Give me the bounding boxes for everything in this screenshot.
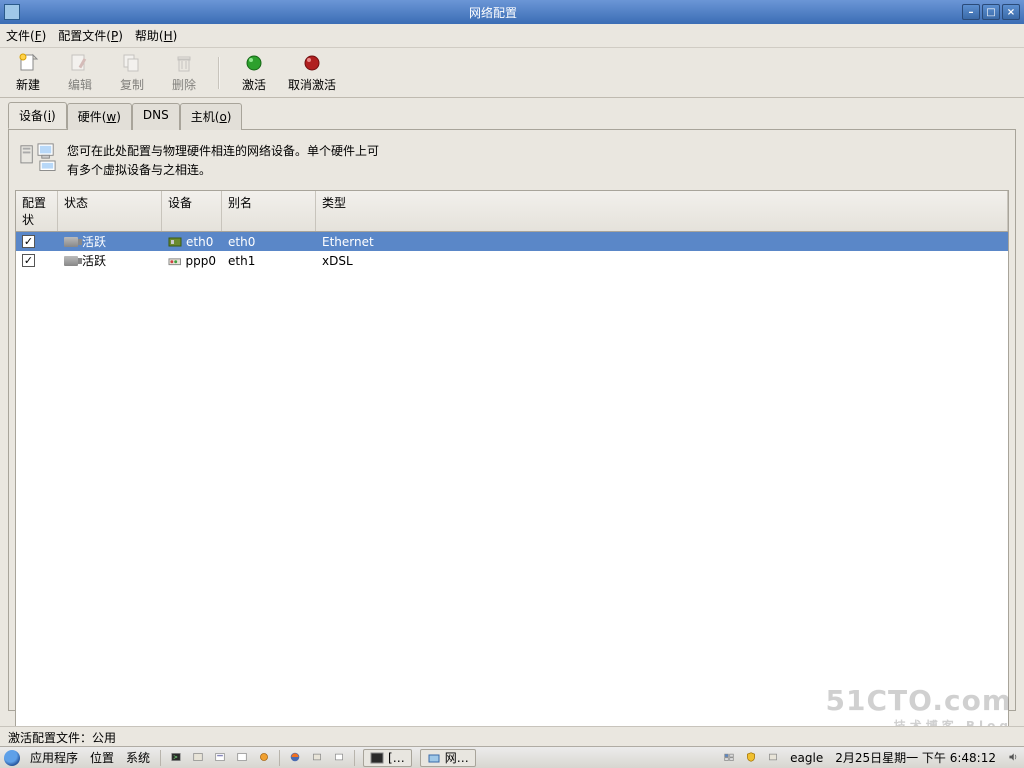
deactivate-button[interactable]: 取消激活	[288, 52, 336, 93]
col-device[interactable]: 设备	[162, 191, 222, 231]
activate-icon	[243, 52, 265, 74]
row-device: eth0	[186, 235, 213, 249]
table-header: 配置状 状态 设备 别名 类型	[15, 190, 1009, 231]
launcher-icon[interactable]	[257, 751, 271, 765]
device-table[interactable]: ✓ 活跃 eth0 eth0 Ethernet ✓ 活跃 ppp0 eth1 x…	[15, 231, 1009, 731]
taskbar-user[interactable]: eagle	[788, 751, 825, 765]
minimize-button[interactable]: –	[962, 4, 980, 20]
close-button[interactable]: ×	[1002, 4, 1020, 20]
plug-icon	[64, 237, 78, 247]
new-label: 新建	[16, 76, 40, 93]
maximize-button[interactable]: □	[982, 4, 1000, 20]
delete-label: 删除	[172, 76, 196, 93]
copy-button[interactable]: 复制	[114, 52, 150, 93]
activate-button[interactable]: 激活	[236, 52, 272, 93]
tab-hardware[interactable]: 硬件(w)	[67, 103, 132, 130]
modem-icon	[168, 255, 182, 267]
taskbar-separator	[160, 750, 161, 766]
row-alias: eth0	[228, 235, 255, 249]
tab-devices[interactable]: 设备(i)	[8, 102, 67, 129]
row-status: 活跃	[82, 233, 106, 250]
app-icon	[4, 4, 20, 20]
info-text: 您可在此处配置与物理硬件相连的网络设备。单个硬件上可 有多个虚拟设备与之相连。	[67, 142, 379, 180]
tab-panel-devices: 您可在此处配置与物理硬件相连的网络设备。单个硬件上可 有多个虚拟设备与之相连。 …	[8, 129, 1016, 711]
col-status[interactable]: 状态	[58, 191, 162, 231]
row-status: 活跃	[82, 252, 106, 269]
menu-help[interactable]: 帮助(H)	[135, 27, 177, 44]
col-config[interactable]: 配置状	[16, 191, 58, 231]
row-checkbox[interactable]: ✓	[22, 235, 35, 248]
taskbar-separator	[354, 750, 355, 766]
table-row[interactable]: ✓ 活跃 ppp0 eth1 xDSL	[16, 251, 1008, 270]
edit-label: 编辑	[68, 76, 92, 93]
new-button[interactable]: 新建	[10, 52, 46, 93]
window-titlebar: 网络配置 – □ ×	[0, 0, 1024, 24]
toolbar-separator	[218, 57, 220, 89]
deactivate-label: 取消激活	[288, 76, 336, 93]
taskbar-apps[interactable]: 应用程序	[28, 749, 80, 766]
new-icon	[17, 52, 39, 74]
menu-file[interactable]: 文件(F)	[6, 27, 46, 44]
row-type: Ethernet	[322, 235, 374, 249]
firefox-icon[interactable]	[288, 751, 302, 765]
menubar: 文件(F) 配置文件(P) 帮助(H)	[0, 24, 1024, 48]
taskbar-window-2-label: 网…	[445, 749, 469, 766]
row-checkbox[interactable]: ✓	[22, 254, 35, 267]
nic-icon	[168, 236, 182, 248]
taskbar-separator	[279, 750, 280, 766]
taskbar-window-2[interactable]: 网…	[420, 749, 476, 767]
launcher-icon[interactable]	[332, 751, 346, 765]
deactivate-icon	[301, 52, 323, 74]
taskbar-window-1[interactable]: […	[363, 749, 412, 767]
shield-icon[interactable]	[744, 751, 758, 765]
taskbar-places[interactable]: 位置	[88, 749, 116, 766]
toolbar: 新建 编辑 复制 删除 激活 取消激活	[0, 48, 1024, 98]
copy-icon	[121, 52, 143, 74]
info-line1: 您可在此处配置与物理硬件相连的网络设备。单个硬件上可	[67, 142, 379, 161]
svg-text:>: >	[173, 755, 178, 761]
window-title: 网络配置	[26, 4, 960, 21]
status-text: 激活配置文件：公用	[8, 731, 116, 745]
desktop-taskbar: 应用程序 位置 系统 > [… 网… eagle 2月25日星期一 下午 6:4…	[0, 746, 1024, 768]
tray-icon[interactable]	[766, 751, 780, 765]
table-row[interactable]: ✓ 活跃 eth0 eth0 Ethernet	[16, 232, 1008, 251]
col-alias[interactable]: 别名	[222, 191, 316, 231]
workspace-switcher-icon[interactable]	[722, 751, 736, 765]
copy-label: 复制	[120, 76, 144, 93]
launcher-icon[interactable]	[191, 751, 205, 765]
info-line2: 有多个虚拟设备与之相连。	[67, 161, 379, 180]
tab-bar: 设备(i) 硬件(w) DNS 主机(o)	[0, 98, 1024, 129]
fedora-menu-icon[interactable]	[4, 750, 20, 766]
row-type: xDSL	[322, 254, 353, 268]
info-box: 您可在此处配置与物理硬件相连的网络设备。单个硬件上可 有多个虚拟设备与之相连。	[15, 136, 1009, 190]
netconfig-icon	[427, 751, 441, 765]
volume-icon[interactable]	[1006, 751, 1020, 765]
row-alias: eth1	[228, 254, 255, 268]
menu-profile[interactable]: 配置文件(P)	[58, 27, 123, 44]
edit-icon	[69, 52, 91, 74]
tab-dns[interactable]: DNS	[132, 103, 180, 130]
terminal-launcher-icon[interactable]: >	[169, 751, 183, 765]
plug-icon	[64, 256, 78, 266]
row-device: ppp0	[186, 254, 217, 268]
delete-button[interactable]: 删除	[166, 52, 202, 93]
delete-icon	[173, 52, 195, 74]
col-type[interactable]: 类型	[316, 191, 1008, 231]
launcher-icon[interactable]	[213, 751, 227, 765]
network-devices-icon	[19, 142, 57, 174]
edit-button[interactable]: 编辑	[62, 52, 98, 93]
status-bar: 激活配置文件：公用	[0, 726, 1024, 746]
activate-label: 激活	[242, 76, 266, 93]
taskbar-system[interactable]: 系统	[124, 749, 152, 766]
taskbar-date[interactable]: 2月25日星期一 下午 6:48:12	[833, 749, 998, 766]
tab-hosts[interactable]: 主机(o)	[180, 103, 243, 130]
taskbar-window-1-label: […	[388, 751, 405, 765]
launcher-icon[interactable]	[235, 751, 249, 765]
terminal-icon	[370, 751, 384, 765]
launcher-icon[interactable]	[310, 751, 324, 765]
